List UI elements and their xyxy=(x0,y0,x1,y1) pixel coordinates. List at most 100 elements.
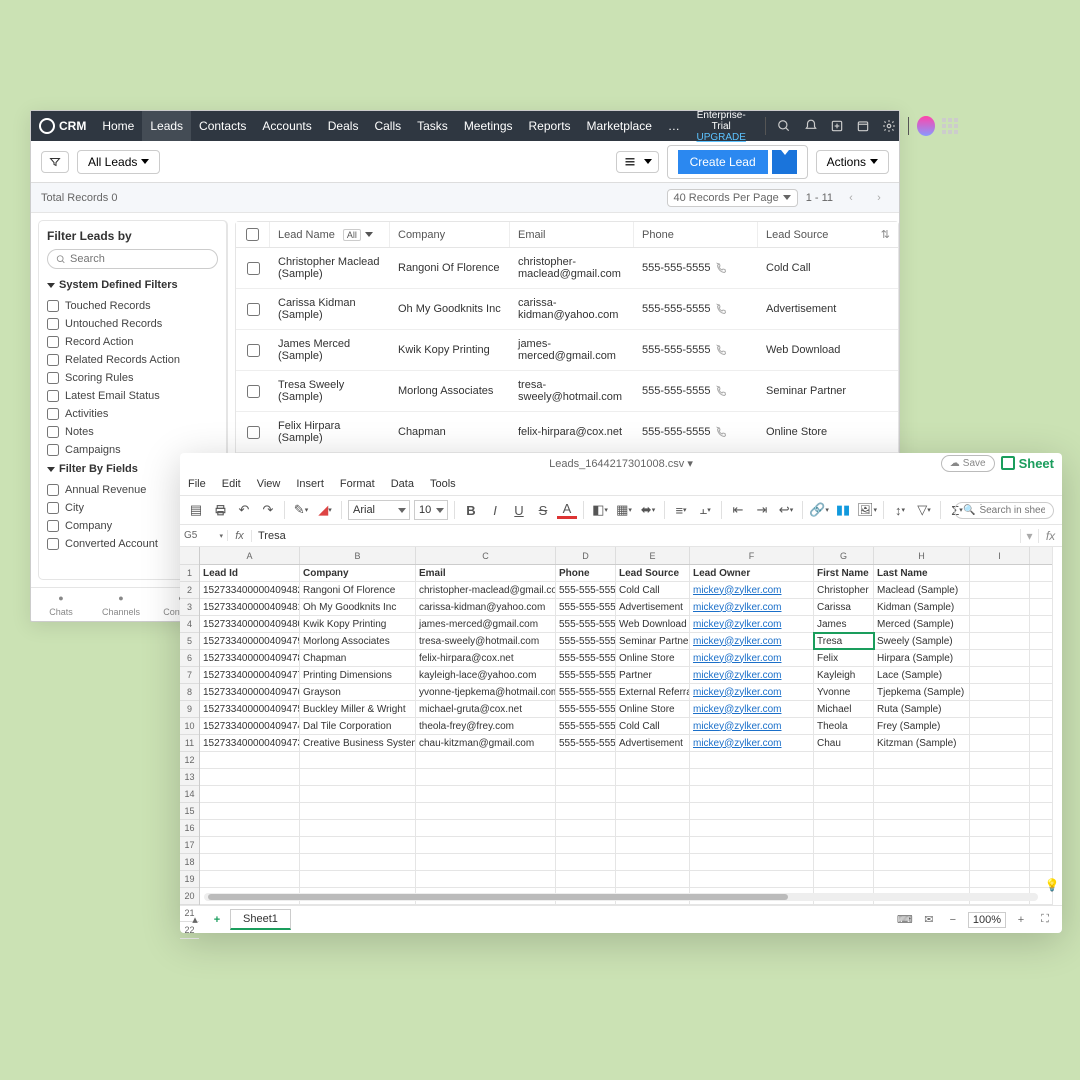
undo-icon[interactable]: ↶ xyxy=(234,500,254,520)
cell[interactable] xyxy=(970,684,1030,700)
cell[interactable]: 152733400000409480 xyxy=(200,616,300,632)
nav-item-reports[interactable]: Reports xyxy=(521,111,579,141)
cell[interactable]: Partner xyxy=(616,667,690,683)
header-cell[interactable]: Company xyxy=(300,565,416,581)
col-header-F[interactable]: F xyxy=(690,547,814,564)
col-header-G[interactable]: G xyxy=(814,547,874,564)
checkbox[interactable] xyxy=(47,502,59,514)
prev-page-button[interactable]: ‹ xyxy=(841,188,861,208)
row-header[interactable]: 1 xyxy=(180,565,199,582)
cell[interactable]: Online Store xyxy=(616,650,690,666)
tabs-menu-button[interactable]: ▴ xyxy=(186,911,204,929)
cell[interactable] xyxy=(874,854,970,870)
cell[interactable]: mickey@zylker.com xyxy=(690,701,814,717)
col-header-H[interactable]: H xyxy=(874,547,970,564)
nav-item-calls[interactable]: Calls xyxy=(366,111,409,141)
bell-icon[interactable] xyxy=(800,114,822,138)
cell[interactable] xyxy=(416,752,556,768)
records-per-page-select[interactable]: 40 Records Per Page xyxy=(667,189,798,207)
cell[interactable] xyxy=(200,871,300,887)
merge-icon[interactable]: ⬌▾ xyxy=(638,500,658,520)
keyboard-icon[interactable]: ⌨ xyxy=(896,911,914,929)
cell[interactable]: External Referral xyxy=(616,684,690,700)
cell[interactable]: christopher-maclead@gmail.com xyxy=(416,582,556,598)
nav-more-icon[interactable]: … xyxy=(660,119,690,133)
upgrade-link[interactable]: UPGRADE xyxy=(690,132,753,143)
checkbox[interactable] xyxy=(47,408,59,420)
cell[interactable]: yvonne-tjepkema@hotmail.com xyxy=(416,684,556,700)
row-header[interactable]: 9 xyxy=(180,701,199,718)
cell[interactable] xyxy=(814,786,874,802)
filter-search[interactable] xyxy=(47,249,218,269)
row-header[interactable]: 12 xyxy=(180,752,199,769)
cell[interactable]: Dal Tile Corporation xyxy=(300,718,416,734)
header-cell[interactable]: Phone xyxy=(556,565,616,581)
zoom-value[interactable]: 100% xyxy=(968,912,1006,928)
cell[interactable] xyxy=(690,837,814,853)
cell[interactable] xyxy=(616,854,690,870)
cell[interactable] xyxy=(690,769,814,785)
cell[interactable]: james-merced@gmail.com xyxy=(416,616,556,632)
cell[interactable]: Kwik Kopy Printing xyxy=(300,616,416,632)
cell[interactable]: Rangoni Of Florence xyxy=(300,582,416,598)
cell[interactable] xyxy=(416,803,556,819)
cell[interactable] xyxy=(690,871,814,887)
bottom-nav-chats[interactable]: ●Chats xyxy=(31,593,91,617)
menu-insert[interactable]: Insert xyxy=(296,478,324,490)
cell[interactable] xyxy=(556,786,616,802)
cell[interactable] xyxy=(970,871,1030,887)
col-header-A[interactable]: A xyxy=(200,547,300,564)
sheet-grid[interactable]: 12345678910111213141516171819202122 ABCD… xyxy=(180,547,1062,905)
row-header[interactable]: 14 xyxy=(180,786,199,803)
checkbox[interactable] xyxy=(47,484,59,496)
trial-badge[interactable]: Enterprise-Trial UPGRADE xyxy=(690,110,753,143)
checkbox[interactable] xyxy=(247,385,260,398)
cell[interactable]: Frey (Sample) xyxy=(874,718,970,734)
filter-option[interactable]: Untouched Records xyxy=(47,315,218,333)
menu-edit[interactable]: Edit xyxy=(222,478,241,490)
cell[interactable]: mickey@zylker.com xyxy=(690,599,814,615)
cell[interactable] xyxy=(970,582,1030,598)
view-select-button[interactable]: All Leads xyxy=(77,150,160,174)
cell[interactable] xyxy=(556,803,616,819)
cell[interactable] xyxy=(874,871,970,887)
cell[interactable]: mickey@zylker.com xyxy=(690,718,814,734)
table-row[interactable]: Carissa Kidman (Sample)Oh My Goodknits I… xyxy=(236,289,898,330)
header-cell[interactable]: Last Name xyxy=(874,565,970,581)
cell[interactable] xyxy=(556,752,616,768)
cell[interactable]: mickey@zylker.com xyxy=(690,667,814,683)
cell[interactable]: 152733400000409482 xyxy=(200,582,300,598)
create-lead-button[interactable]: Create Lead xyxy=(667,145,808,179)
cell[interactable]: 152733400000409476 xyxy=(200,684,300,700)
row-header[interactable]: 10 xyxy=(180,718,199,735)
cell[interactable] xyxy=(970,701,1030,717)
cell[interactable] xyxy=(814,820,874,836)
fill-color-icon[interactable]: ◢▾ xyxy=(315,500,335,520)
align-h-icon[interactable]: ≡▾ xyxy=(671,500,691,520)
row-checkbox-cell[interactable] xyxy=(236,330,270,370)
cell[interactable]: Yvonne xyxy=(814,684,874,700)
redo-icon[interactable]: ↷ xyxy=(258,500,278,520)
cell[interactable]: kayleigh-lace@yahoo.com xyxy=(416,667,556,683)
checkbox[interactable] xyxy=(247,344,260,357)
column-settings-icon[interactable]: ⇅ xyxy=(881,228,890,241)
header-cell[interactable]: Email xyxy=(416,565,556,581)
cell[interactable] xyxy=(814,769,874,785)
cell[interactable]: 555-555-5555 xyxy=(556,718,616,734)
cell[interactable]: Web Download xyxy=(616,616,690,632)
header-cell[interactable] xyxy=(970,565,1030,581)
cell[interactable] xyxy=(970,769,1030,785)
cell[interactable]: 555-555-5555 xyxy=(556,582,616,598)
nav-item-tasks[interactable]: Tasks xyxy=(409,111,456,141)
cell[interactable] xyxy=(616,752,690,768)
cell[interactable] xyxy=(200,854,300,870)
search-icon[interactable] xyxy=(773,114,795,138)
cell[interactable] xyxy=(556,871,616,887)
filter-option[interactable]: Touched Records xyxy=(47,297,218,315)
v-scrollbar[interactable] xyxy=(1052,547,1062,905)
cell[interactable]: 555-555-5555 xyxy=(556,616,616,632)
filter-group-system[interactable]: System Defined Filters xyxy=(47,279,218,291)
cell[interactable] xyxy=(690,803,814,819)
layout-toggle-button[interactable] xyxy=(616,151,659,173)
cell[interactable] xyxy=(416,786,556,802)
